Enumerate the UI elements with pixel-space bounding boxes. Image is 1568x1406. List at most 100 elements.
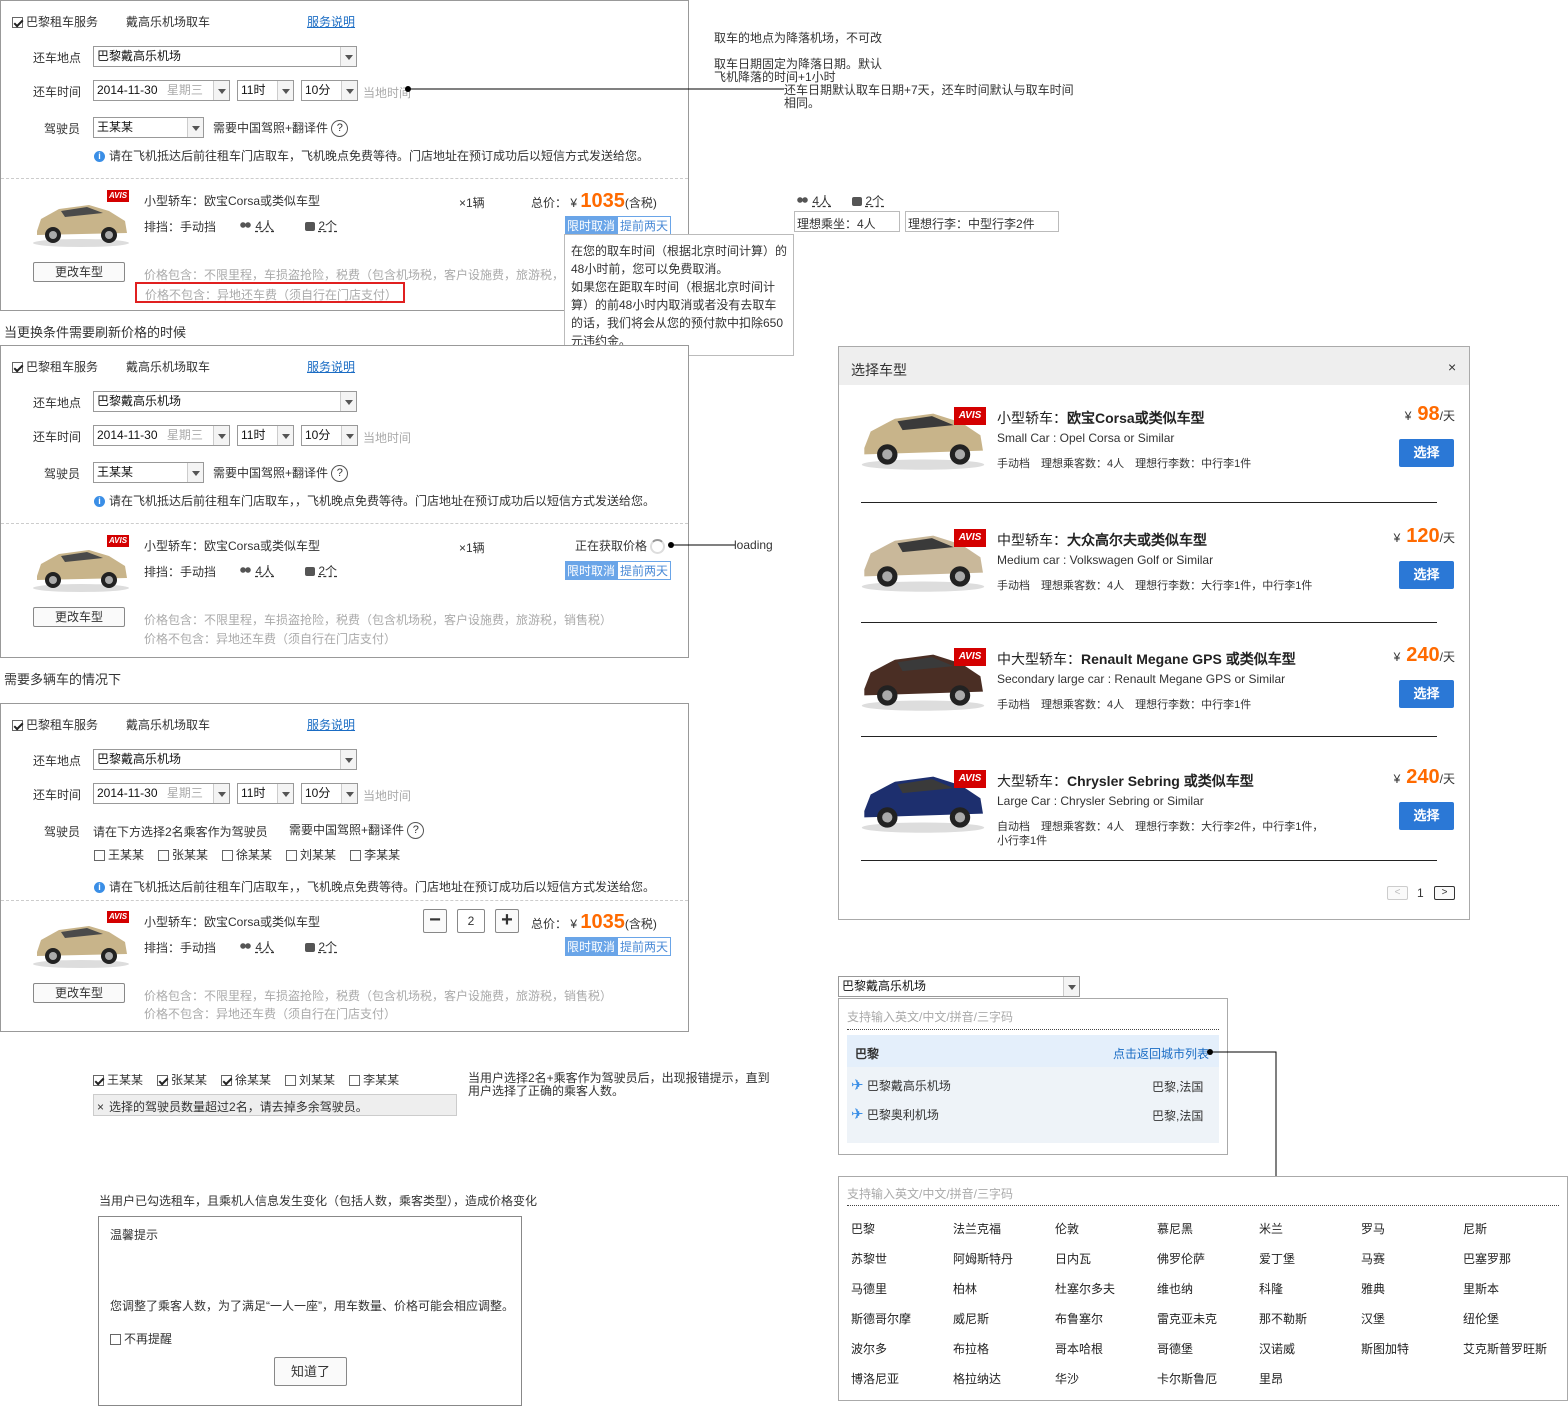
checkbox[interactable]	[350, 850, 362, 862]
help-icon[interactable]: ?	[331, 465, 349, 483]
select-car-button[interactable]: 选择	[1399, 439, 1454, 467]
hour-select[interactable]: 11时	[237, 783, 294, 804]
checkbox[interactable]	[157, 1075, 169, 1087]
free-cancel-tag[interactable]: 限时取消	[565, 937, 618, 956]
quantity-input[interactable]: 2	[457, 909, 485, 933]
airport-option[interactable]: ✈ 巴黎戴高乐机场	[851, 1076, 951, 1094]
driver-select[interactable]: 王某某	[93, 117, 204, 138]
free-cancel-tag[interactable]: 限时取消	[565, 561, 618, 580]
select-car-button[interactable]: 选择	[1399, 802, 1454, 830]
service-link[interactable]: 服务说明	[307, 716, 355, 733]
close-icon[interactable]: ×	[1448, 359, 1456, 375]
city-item[interactable]: 华沙	[1055, 1370, 1079, 1387]
checkbox[interactable]	[93, 1075, 104, 1087]
city-item[interactable]: 巴塞罗那	[1463, 1250, 1511, 1267]
select-car-button[interactable]: 选择	[1399, 680, 1454, 708]
city-item[interactable]: 艾克斯普罗旺斯	[1463, 1340, 1547, 1357]
date-select[interactable]: 2014-11-30 星期三	[93, 80, 230, 101]
checkbox[interactable]	[158, 850, 170, 862]
passenger-option[interactable]: 徐某某	[221, 1073, 271, 1087]
passenger-option[interactable]: 刘某某	[285, 1073, 335, 1087]
checkbox[interactable]	[12, 720, 23, 732]
date-select[interactable]: 2014-11-30 星期三	[93, 425, 230, 446]
city-item[interactable]: 汉诺威	[1259, 1340, 1295, 1357]
service-link[interactable]: 服务说明	[307, 358, 355, 375]
decrease-button[interactable]: −	[423, 909, 447, 933]
checkbox[interactable]	[12, 17, 23, 29]
city-item[interactable]: 佛罗伦萨	[1157, 1250, 1205, 1267]
checkbox[interactable]	[12, 362, 23, 374]
city-item[interactable]: 斯德哥尔摩	[851, 1310, 911, 1327]
hour-select[interactable]: 11时	[237, 425, 294, 446]
return-place-select[interactable]: 巴黎戴高乐机场	[93, 46, 357, 67]
minute-select[interactable]: 10分	[301, 783, 358, 804]
city-item[interactable]: 罗马	[1361, 1220, 1385, 1237]
city-item[interactable]: 波尔多	[851, 1340, 887, 1357]
city-item[interactable]: 里斯本	[1463, 1280, 1499, 1297]
checkbox[interactable]	[285, 1075, 297, 1087]
city-item[interactable]: 马德里	[851, 1280, 887, 1297]
cancel-tags[interactable]: 限时取消 提前两天	[565, 937, 672, 956]
ok-button[interactable]: 知道了	[274, 1357, 347, 1386]
city-item[interactable]: 柏林	[953, 1280, 977, 1297]
passenger-option[interactable]: 李某某	[349, 1073, 399, 1087]
city-item[interactable]: 慕尼黑	[1157, 1220, 1193, 1237]
passenger-option[interactable]: 徐某某	[222, 848, 272, 862]
return-place-select[interactable]: 巴黎戴高乐机场	[93, 749, 357, 770]
change-car-button[interactable]: 更改车型	[33, 607, 125, 627]
rental-service-checkbox[interactable]: 巴黎租车服务	[12, 358, 98, 375]
close-icon[interactable]: ×	[97, 1100, 104, 1114]
city-item[interactable]: 威尼斯	[953, 1310, 989, 1327]
checkbox[interactable]	[286, 850, 298, 862]
minute-select[interactable]: 10分	[301, 425, 358, 446]
service-link[interactable]: 服务说明	[307, 13, 355, 30]
city-item[interactable]: 卡尔斯鲁厄	[1157, 1370, 1217, 1387]
city-item[interactable]: 阿姆斯特丹	[953, 1250, 1013, 1267]
passenger-option[interactable]: 王某某	[93, 1073, 143, 1087]
city-item[interactable]: 米兰	[1259, 1220, 1283, 1237]
cancel-tags[interactable]: 限时取消 提前两天	[565, 216, 672, 235]
passenger-option[interactable]: 张某某	[158, 848, 208, 862]
city-item[interactable]: 维也纳	[1157, 1280, 1193, 1297]
checkbox[interactable]	[222, 850, 234, 862]
city-item[interactable]: 汉堡	[1361, 1310, 1385, 1327]
city-item[interactable]: 法兰克福	[953, 1220, 1001, 1237]
city-item[interactable]: 哥德堡	[1157, 1340, 1193, 1357]
city-item[interactable]: 尼斯	[1463, 1220, 1487, 1237]
city-item[interactable]: 马赛	[1361, 1250, 1385, 1267]
return-place-select[interactable]: 巴黎戴高乐机场	[93, 391, 357, 412]
city-item[interactable]: 那不勒斯	[1259, 1310, 1307, 1327]
city-item[interactable]: 日内瓦	[1055, 1250, 1091, 1267]
city-item[interactable]: 雅典	[1361, 1280, 1385, 1297]
city-item[interactable]: 博洛尼亚	[851, 1370, 899, 1387]
checkbox[interactable]	[221, 1075, 233, 1087]
help-icon[interactable]: ?	[407, 822, 425, 840]
page-number[interactable]: 1	[1417, 886, 1424, 900]
passenger-option[interactable]: 刘某某	[286, 848, 336, 862]
help-icon[interactable]: ?	[331, 120, 349, 138]
airport-search-input[interactable]: 支持输入英文/中文/拼音/三字码	[847, 1008, 1013, 1025]
passenger-option[interactable]: 王某某	[94, 848, 144, 862]
city-item[interactable]: 杜塞尔多夫	[1055, 1280, 1115, 1297]
city-search-input[interactable]: 支持输入英文/中文/拼音/三字码	[847, 1185, 1013, 1202]
change-car-button[interactable]: 更改车型	[33, 983, 125, 1003]
city-item[interactable]: 苏黎世	[851, 1250, 887, 1267]
date-select[interactable]: 2014-11-30 星期三	[93, 783, 230, 804]
cancel-tags[interactable]: 限时取消 提前两天	[565, 561, 672, 580]
back-to-city-list-link[interactable]: 点击返回城市列表	[1113, 1045, 1209, 1062]
city-item[interactable]: 里昂	[1259, 1370, 1283, 1387]
hour-select[interactable]: 11时	[237, 80, 294, 101]
passenger-option[interactable]: 张某某	[157, 1073, 207, 1087]
city-item[interactable]: 斯图加特	[1361, 1340, 1409, 1357]
city-item[interactable]: 雷克亚未克	[1157, 1310, 1217, 1327]
city-item[interactable]: 布鲁塞尔	[1055, 1310, 1103, 1327]
free-cancel-tag[interactable]: 限时取消	[565, 216, 618, 235]
checkbox[interactable]	[349, 1075, 361, 1087]
city-item[interactable]: 伦敦	[1055, 1220, 1079, 1237]
checkbox[interactable]	[94, 850, 105, 862]
increase-button[interactable]: +	[495, 909, 519, 933]
prev-page-button[interactable]: <	[1387, 886, 1408, 900]
city-item[interactable]: 科隆	[1259, 1280, 1283, 1297]
minute-select[interactable]: 10分	[301, 80, 358, 101]
checkbox[interactable]	[110, 1334, 121, 1346]
